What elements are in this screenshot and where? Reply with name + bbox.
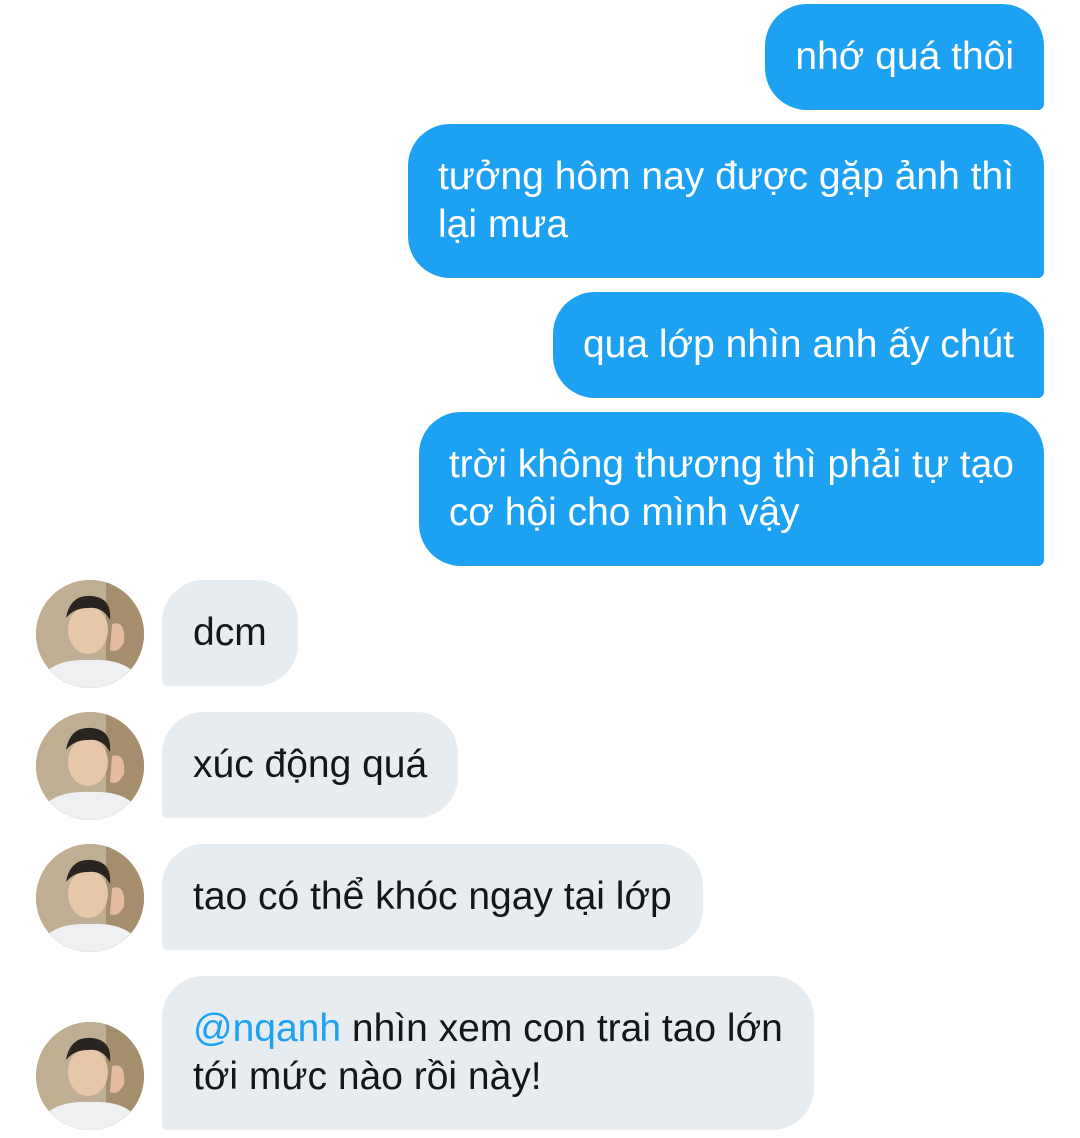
- message-text: tưởng hôm nay được gặp ảnh thì: [437, 155, 1014, 198]
- avatar-icon: [36, 580, 144, 688]
- sent-message[interactable]: trời không thương thì phải tự tạo cơ hội…: [418, 412, 1044, 566]
- sent-message[interactable]: tưởng hôm nay được gặp ảnh thì lại mưa: [407, 124, 1044, 278]
- avatar[interactable]: [36, 580, 144, 688]
- avatar-icon: [36, 1022, 144, 1130]
- mention-link[interactable]: @nqanh: [193, 1007, 341, 1050]
- message-text: xúc động quá: [193, 743, 428, 786]
- avatar-icon: [36, 712, 144, 820]
- received-message[interactable]: dcm: [162, 580, 298, 686]
- received-message[interactable]: @nqanh nhìn xem con trai tao lớn tới mức…: [162, 976, 814, 1130]
- message-text: tới mức nào rồi này!: [193, 1055, 542, 1098]
- sent-message[interactable]: nhớ quá thôi: [765, 4, 1044, 110]
- conversation-thread: nhớ quá thôi tưởng hôm nay được gặp ảnh …: [0, 0, 1080, 1138]
- avatar-icon: [36, 844, 144, 952]
- avatar[interactable]: [36, 1022, 144, 1130]
- message-text: lại mưa: [437, 203, 569, 246]
- received-message[interactable]: xúc động quá: [162, 712, 459, 818]
- avatar[interactable]: [36, 844, 144, 952]
- message-text: dcm: [193, 611, 267, 654]
- message-text: trời không thương thì phải tự tạo: [448, 443, 1014, 486]
- avatar[interactable]: [36, 712, 144, 820]
- message-text: cơ hội cho mình vậy: [448, 491, 800, 534]
- message-text: nhìn xem con trai tao lớn: [341, 1007, 783, 1050]
- message-text: nhớ quá thôi: [795, 35, 1014, 78]
- sent-message[interactable]: qua lớp nhìn anh ấy chút: [552, 292, 1044, 398]
- message-line: @nqanh nhìn xem con trai tao lớn: [193, 1005, 783, 1053]
- message-text: qua lớp nhìn anh ấy chút: [582, 323, 1014, 366]
- received-message[interactable]: tao có thể khóc ngay tại lớp: [162, 844, 703, 950]
- message-text: tao có thể khóc ngay tại lớp: [193, 875, 672, 918]
